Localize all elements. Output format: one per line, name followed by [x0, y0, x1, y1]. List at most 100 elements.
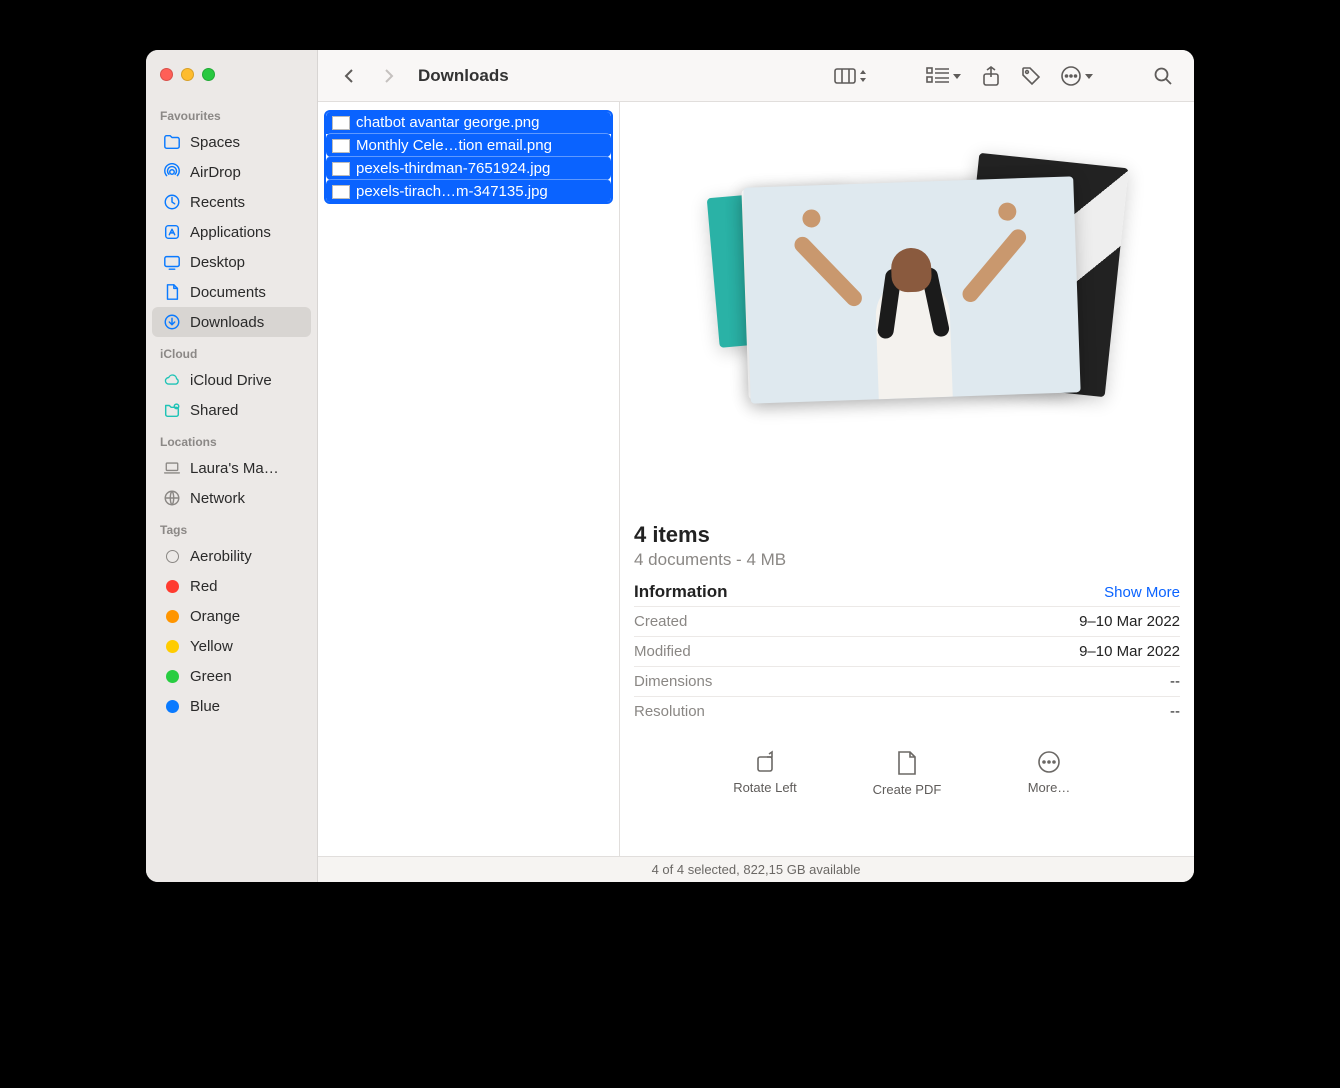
airdrop-icon — [162, 162, 182, 182]
minimize-button[interactable] — [181, 68, 194, 81]
sidebar: Favourites Spaces AirDrop Recents Applicatio… — [146, 50, 318, 882]
sidebar-item-blue[interactable]: Blue — [152, 691, 311, 721]
location-title: Downloads — [418, 66, 509, 86]
quick-actions: Rotate Left Create PDF Mor — [620, 736, 1194, 815]
sidebar-item-label: iCloud Drive — [190, 372, 272, 389]
sidebar-item-label: Network — [190, 490, 245, 507]
sidebar-item-label: Yellow — [190, 638, 233, 655]
preview-thumbnail — [620, 102, 1194, 402]
file-row[interactable]: Monthly Cele…tion email.png — [326, 133, 611, 157]
zoom-button[interactable] — [202, 68, 215, 81]
desktop-icon — [162, 252, 182, 272]
search-button[interactable] — [1146, 61, 1180, 91]
file-thumbnail-icon — [332, 116, 350, 130]
sidebar-item-network[interactable]: Network — [152, 483, 311, 513]
file-row[interactable]: chatbot avantar george.png — [326, 111, 611, 134]
sidebar-item-label: Spaces — [190, 134, 240, 151]
download-icon — [162, 312, 182, 332]
close-button[interactable] — [160, 68, 173, 81]
sidebar-item-label: Downloads — [190, 314, 264, 331]
file-row[interactable]: pexels-thirdman-7651924.jpg — [326, 156, 611, 180]
info-section-label: Information — [634, 582, 728, 602]
tag-dot-icon — [162, 666, 182, 686]
file-name: pexels-tirach…m-347135.jpg — [356, 183, 548, 200]
sidebar-item-desktop[interactable]: Desktop — [152, 247, 311, 277]
status-bar: 4 of 4 selected, 822,15 GB available — [318, 856, 1194, 882]
sidebar-item-documents[interactable]: Documents — [152, 277, 311, 307]
share-button[interactable] — [974, 61, 1008, 91]
group-by-button[interactable] — [920, 65, 968, 87]
sidebar-item-label: Recents — [190, 194, 245, 211]
sidebar-section-tags: Tags — [146, 513, 317, 541]
finder-window: Favourites Spaces AirDrop Recents Applicatio… — [146, 50, 1194, 882]
sidebar-item-yellow[interactable]: Yellow — [152, 631, 311, 661]
app-icon — [162, 222, 182, 242]
sidebar-item-label: Blue — [190, 698, 220, 715]
sidebar-item-label: Applications — [190, 224, 271, 241]
sidebar-item-red[interactable]: Red — [152, 571, 311, 601]
sidebar-section-locations: Locations — [146, 425, 317, 453]
sidebar-item-label: Laura's Ma… — [190, 460, 279, 477]
sidebar-item-orange[interactable]: Orange — [152, 601, 311, 631]
sidebar-item-aerobility[interactable]: Aerobility — [152, 541, 311, 571]
preview-subtitle: 4 documents - 4 MB — [634, 550, 1180, 570]
file-name: pexels-thirdman-7651924.jpg — [356, 160, 550, 177]
forward-button[interactable] — [372, 61, 406, 91]
sidebar-item-label: Shared — [190, 402, 238, 419]
doc-icon — [162, 282, 182, 302]
sidebar-item-airdrop[interactable]: AirDrop — [152, 157, 311, 187]
preview-title: 4 items — [634, 522, 1180, 548]
info-row: Created9–10 Mar 2022 — [634, 606, 1180, 636]
tag-dot-icon — [162, 546, 182, 566]
sidebar-section-icloud: iCloud — [146, 337, 317, 365]
main-area: Downloads — [318, 50, 1194, 882]
sidebar-item-recents[interactable]: Recents — [152, 187, 311, 217]
more-actions[interactable]: More… — [1004, 750, 1094, 797]
sidebar-section-favourites: Favourites — [146, 99, 317, 127]
create-pdf-action[interactable]: Create PDF — [862, 750, 952, 797]
tag-dot-icon — [162, 576, 182, 596]
sidebar-item-label: Red — [190, 578, 218, 595]
toolbar: Downloads — [318, 50, 1194, 102]
clock-icon — [162, 192, 182, 212]
info-row: Modified9–10 Mar 2022 — [634, 636, 1180, 666]
file-name: chatbot avantar george.png — [356, 114, 539, 131]
sidebar-item-spaces[interactable]: Spaces — [152, 127, 311, 157]
view-mode-button[interactable] — [828, 65, 874, 87]
sidebar-item-icloud-drive[interactable]: iCloud Drive — [152, 365, 311, 395]
cloud-icon — [162, 370, 182, 390]
file-thumbnail-icon — [332, 162, 350, 176]
info-row: Dimensions-- — [634, 666, 1180, 696]
tag-dot-icon — [162, 696, 182, 716]
sidebar-item-label: AirDrop — [190, 164, 241, 181]
laptop-icon — [162, 458, 182, 478]
action-menu-button[interactable] — [1054, 63, 1100, 89]
sidebar-item-label: Desktop — [190, 254, 245, 271]
file-name: Monthly Cele…tion email.png — [356, 137, 552, 154]
window-controls — [146, 62, 317, 99]
file-row[interactable]: pexels-tirach…m-347135.jpg — [326, 179, 611, 203]
sidebar-item-laura-s-ma-[interactable]: Laura's Ma… — [152, 453, 311, 483]
globe-icon — [162, 488, 182, 508]
tag-dot-icon — [162, 636, 182, 656]
folder-icon — [162, 132, 182, 152]
sidebar-item-label: Orange — [190, 608, 240, 625]
sidebar-item-label: Green — [190, 668, 232, 685]
tag-dot-icon — [162, 606, 182, 626]
file-list[interactable]: chatbot avantar george.png Monthly Cele…t… — [318, 102, 620, 856]
sidebar-item-shared[interactable]: Shared — [152, 395, 311, 425]
file-thumbnail-icon — [332, 139, 350, 153]
tags-button[interactable] — [1014, 61, 1048, 91]
tray-icon — [162, 400, 182, 420]
info-row: Resolution-- — [634, 696, 1180, 726]
back-button[interactable] — [332, 61, 366, 91]
sidebar-item-applications[interactable]: Applications — [152, 217, 311, 247]
show-more-link[interactable]: Show More — [1104, 584, 1180, 601]
sidebar-item-label: Documents — [190, 284, 266, 301]
preview-pane: 4 items 4 documents - 4 MB Information S… — [620, 102, 1194, 856]
sidebar-item-downloads[interactable]: Downloads — [152, 307, 311, 337]
sidebar-item-green[interactable]: Green — [152, 661, 311, 691]
sidebar-item-label: Aerobility — [190, 548, 252, 565]
rotate-left-action[interactable]: Rotate Left — [720, 750, 810, 797]
file-thumbnail-icon — [332, 185, 350, 199]
